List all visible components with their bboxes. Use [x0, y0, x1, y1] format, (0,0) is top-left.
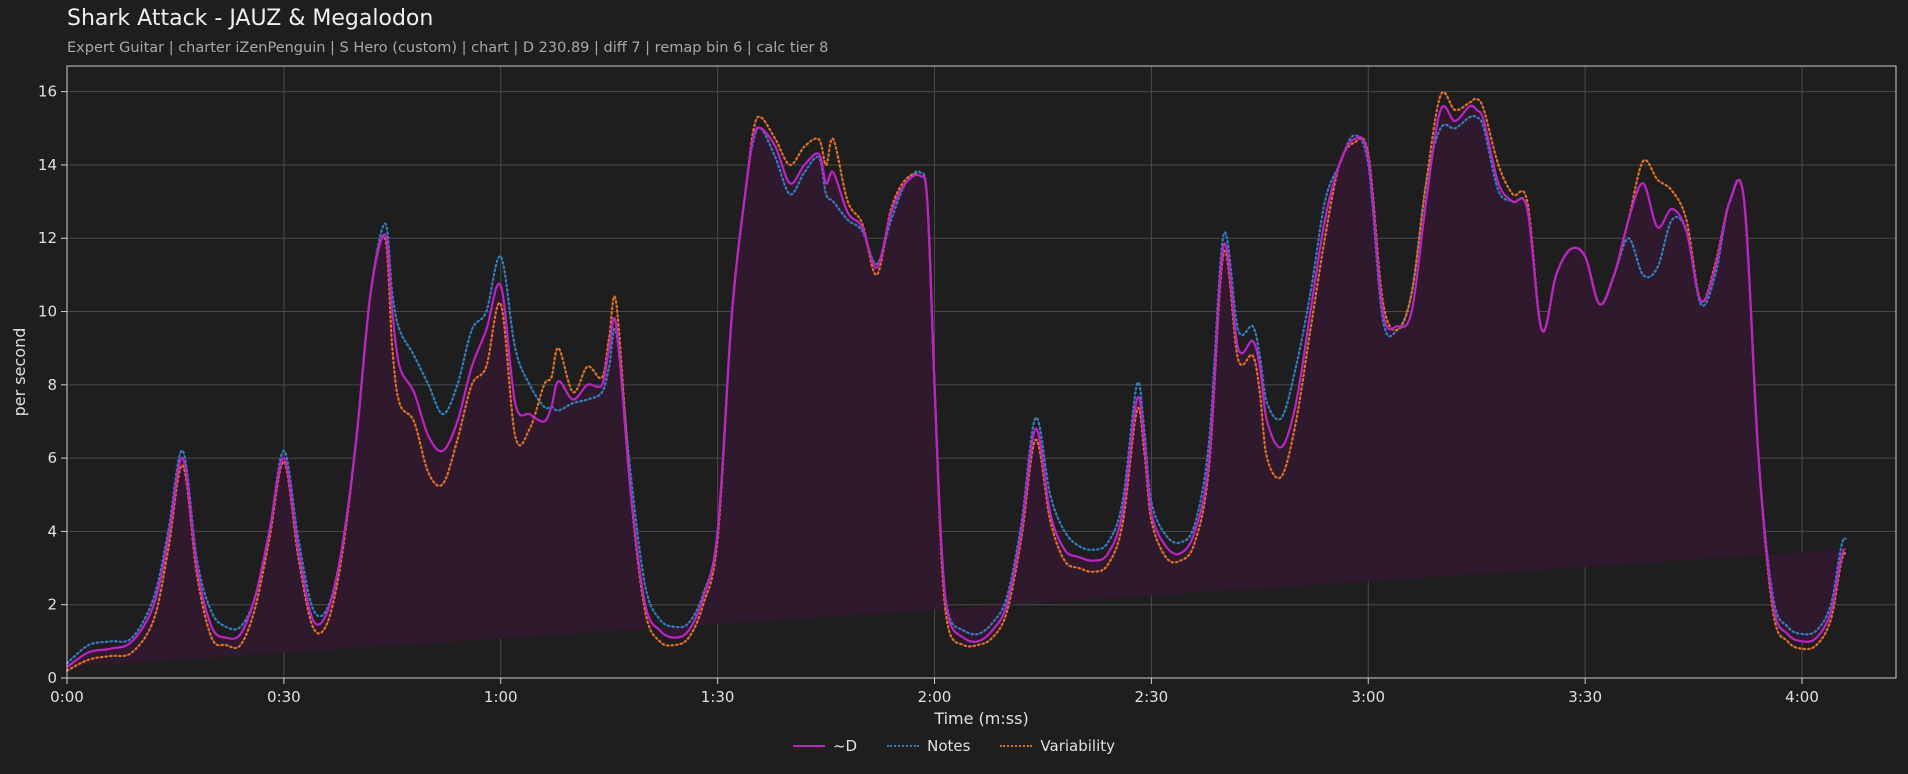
y-tick-label: 12 [38, 229, 57, 247]
legend: ~D Notes Variability [0, 737, 1908, 755]
area-fill [67, 105, 1846, 667]
legend-swatch [1000, 745, 1033, 747]
y-tick-label: 6 [47, 449, 57, 467]
x-tick-label: 2:30 [1135, 688, 1169, 706]
y-tick-label: 16 [38, 83, 57, 101]
x-tick-label: 3:00 [1351, 688, 1385, 706]
x-tick-label: 1:00 [484, 688, 518, 706]
x-tick-label: 3:30 [1568, 688, 1602, 706]
x-axis-label: Time (m:ss) [933, 709, 1028, 728]
x-tick-label: 0:30 [267, 688, 301, 706]
y-tick-label: 4 [47, 522, 57, 540]
y-axis-label: per second [10, 328, 29, 417]
y-tick-label: 8 [47, 376, 57, 394]
y-tick-label: 10 [38, 303, 57, 321]
line-chart: 0:00 0:30 1:00 1:30 2:00 2:30 3:00 3:30 4:00 0 2 4 6… [10, 65, 1897, 728]
y-tick-label: 14 [38, 156, 57, 174]
legend-label: Notes [927, 737, 971, 755]
x-tick-label: 4:00 [1785, 688, 1819, 706]
legend-item: Variability [1000, 737, 1115, 755]
series-area-d [67, 105, 1846, 667]
legend-swatch [792, 745, 825, 747]
legend-swatch [887, 745, 920, 747]
x-tick-label: 0:00 [50, 688, 84, 706]
x-tick-label: 2:00 [918, 688, 952, 706]
legend-item: Notes [887, 737, 970, 755]
y-tick-label: 0 [47, 669, 57, 687]
x-tick-label: 1:30 [701, 688, 735, 706]
y-tick-label: 2 [47, 596, 57, 614]
legend-label: Variability [1040, 737, 1116, 755]
legend-label: ~D [832, 737, 858, 755]
legend-item: ~D [792, 737, 858, 755]
